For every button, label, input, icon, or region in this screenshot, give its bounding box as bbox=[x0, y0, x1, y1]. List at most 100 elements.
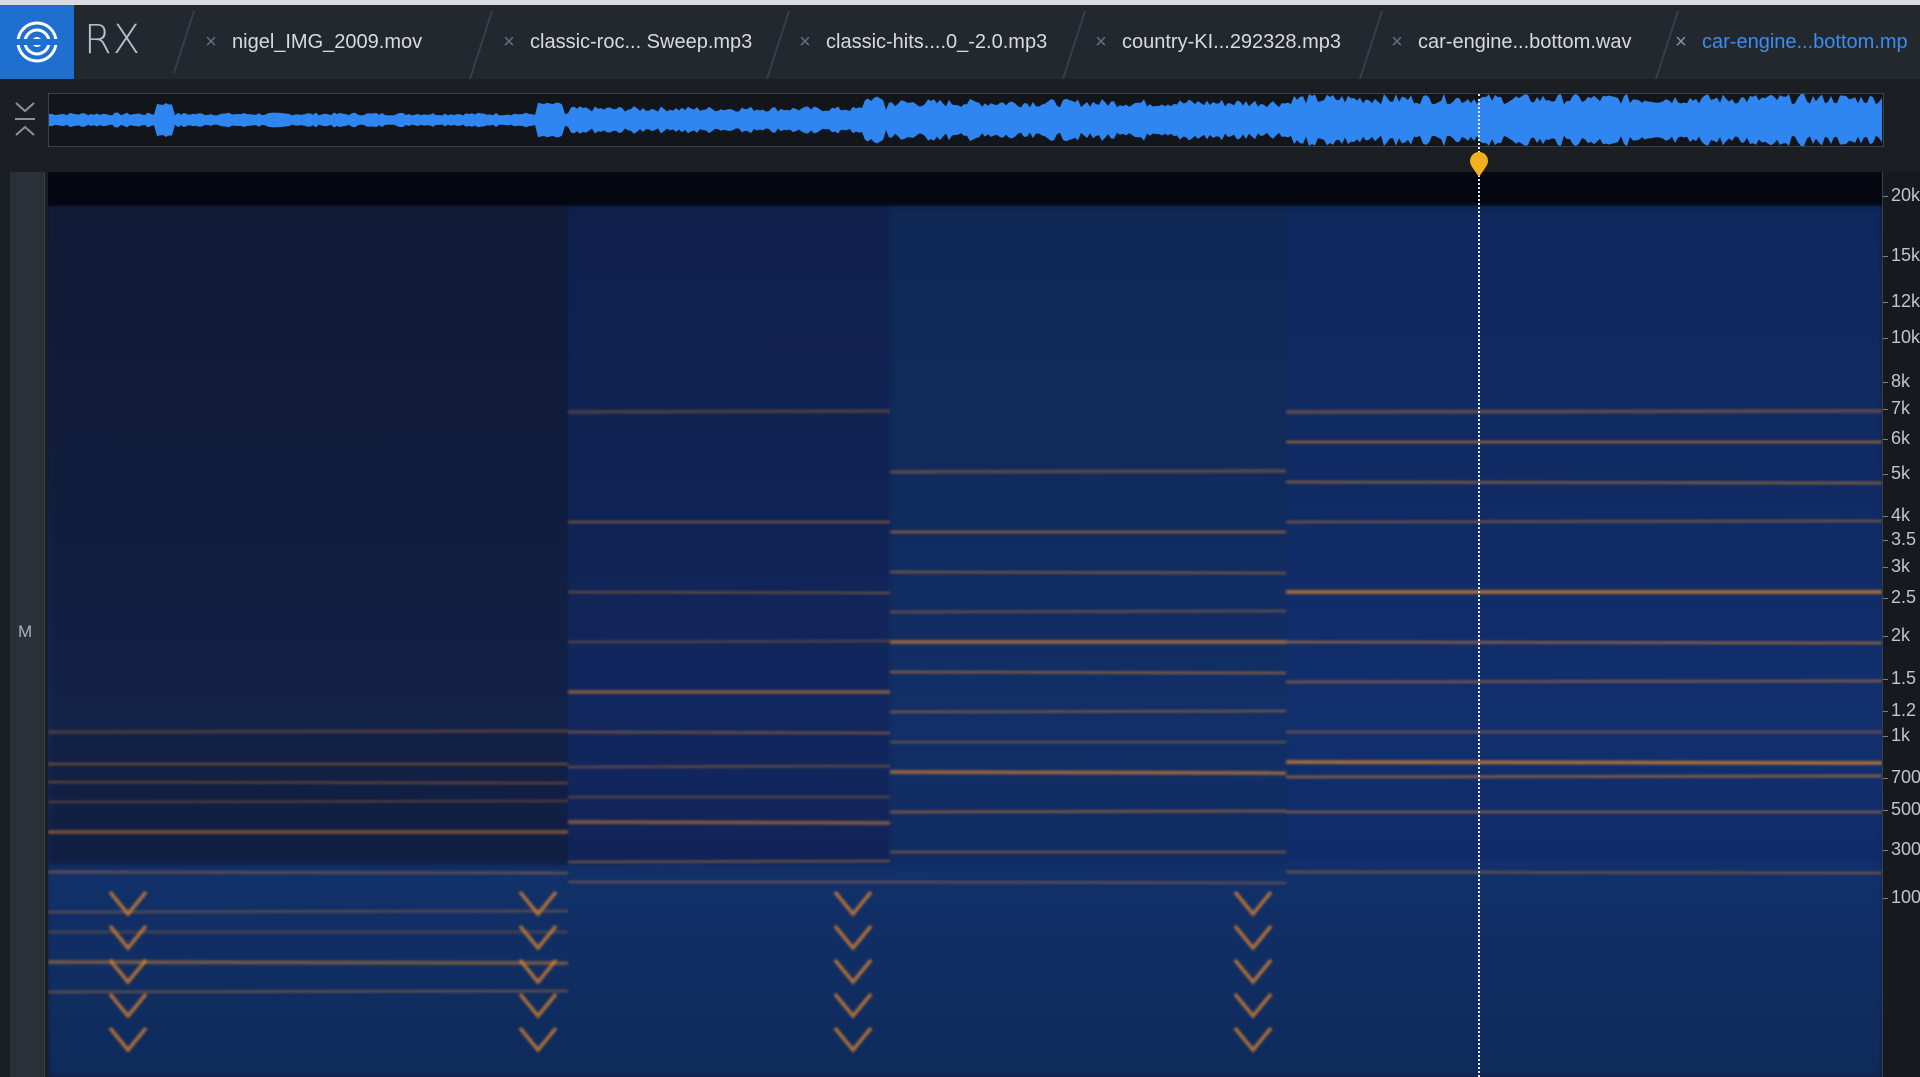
collapse-overview-icon[interactable] bbox=[12, 99, 38, 139]
tab-label: country-KI...292328.mp3 bbox=[1122, 30, 1342, 53]
frequency-tick bbox=[1883, 711, 1888, 712]
waveform-shape bbox=[49, 94, 1882, 146]
spectrogram[interactable] bbox=[48, 172, 1882, 1077]
harmonic-line bbox=[567, 639, 891, 644]
close-icon[interactable]: × bbox=[1386, 31, 1408, 54]
spectrogram-segment bbox=[1286, 206, 1882, 866]
close-icon[interactable]: × bbox=[498, 31, 520, 54]
frequency-tick bbox=[1883, 636, 1888, 637]
frequency-label: 5k bbox=[1891, 463, 1911, 483]
frequency-tick bbox=[1883, 679, 1888, 680]
frequency-label: 500 bbox=[1891, 799, 1920, 819]
tab-separator bbox=[468, 11, 494, 79]
frequency-label: 1k bbox=[1891, 725, 1911, 745]
harmonic-line bbox=[567, 409, 891, 414]
frequency-label: 2k bbox=[1891, 625, 1911, 645]
harmonic-line bbox=[567, 820, 891, 825]
harmonic-line bbox=[1285, 870, 1882, 875]
harmonic-line bbox=[889, 609, 1287, 614]
rx-logo-icon-graphic bbox=[14, 21, 60, 63]
tab-bar: RX × nigel_IMG_2009.mov × classic-roc...… bbox=[0, 5, 1920, 79]
frequency-label: 3.5 bbox=[1891, 529, 1917, 549]
harmonic-line bbox=[48, 780, 569, 785]
frequency-tick bbox=[1883, 898, 1888, 899]
harmonic-line bbox=[889, 770, 1287, 775]
waveform-overview[interactable] bbox=[48, 93, 1884, 147]
frequency-tick bbox=[1883, 516, 1888, 517]
tab-label: classic-hits....0_-2.0.mp3 bbox=[826, 30, 1048, 53]
frequency-label: 10k bbox=[1891, 327, 1920, 347]
frequency-tick bbox=[1883, 256, 1888, 257]
frequency-label: 8k bbox=[1891, 371, 1911, 391]
tab-label: car-engine...bottom.wav bbox=[1418, 30, 1632, 53]
harmonic-line bbox=[889, 809, 1287, 814]
harmonic-line bbox=[889, 880, 1287, 885]
frequency-tick bbox=[1883, 850, 1888, 851]
rx-logo-icon[interactable] bbox=[0, 5, 74, 79]
harmonic-line bbox=[1285, 760, 1882, 765]
tab-label: car-engine...bottom.mp bbox=[1702, 30, 1908, 53]
waveform-graphic bbox=[49, 94, 1882, 146]
playhead-marker-icon[interactable] bbox=[1469, 152, 1489, 178]
frequency-label: 1.5 bbox=[1891, 668, 1917, 688]
frequency-tick bbox=[1883, 810, 1888, 811]
frequency-tick bbox=[1883, 598, 1888, 599]
tab-file-2[interactable]: × classic-roc... Sweep.mp3 bbox=[498, 5, 752, 79]
playhead-line[interactable] bbox=[1477, 94, 1480, 1077]
spectrogram-band bbox=[48, 862, 1882, 1077]
frequency-label: 7k bbox=[1891, 398, 1911, 418]
tab-separator bbox=[765, 11, 791, 79]
harmonic-line bbox=[48, 799, 569, 804]
harmonic-line bbox=[889, 709, 1287, 714]
frequency-label: 300 bbox=[1891, 839, 1920, 859]
frequency-label: 12k bbox=[1891, 291, 1920, 311]
frequency-label: 2.5 bbox=[1891, 587, 1917, 607]
collapse-icon-graphic bbox=[15, 102, 35, 136]
tab-separator bbox=[1358, 11, 1384, 79]
tab-file-5[interactable]: × car-engine...bottom.wav bbox=[1386, 5, 1631, 79]
frequency-tick bbox=[1883, 736, 1888, 737]
harmonic-line bbox=[889, 570, 1287, 575]
frequency-tick bbox=[1883, 302, 1888, 303]
close-icon[interactable]: × bbox=[200, 31, 222, 54]
frequency-label: 6k bbox=[1891, 428, 1911, 448]
tab-label: classic-roc... Sweep.mp3 bbox=[530, 30, 753, 53]
frequency-label: 20k bbox=[1891, 185, 1920, 205]
marker-graphic bbox=[1469, 152, 1488, 177]
tab-file-3[interactable]: × classic-hits....0_-2.0.mp3 bbox=[794, 5, 1047, 79]
frequency-axis: 20k 15k 12k 10k 8k 7k 6k 5k 4k 3.5 3k 2.5 2k 1.5 1.2 1k… bbox=[1882, 172, 1920, 1077]
harmonic-line bbox=[1285, 774, 1882, 779]
frequency-label: 100 bbox=[1891, 887, 1920, 907]
close-icon[interactable]: × bbox=[1090, 31, 1112, 54]
tab-separator bbox=[174, 11, 196, 79]
frequency-tick bbox=[1883, 474, 1888, 475]
harmonic-line bbox=[1285, 679, 1882, 684]
close-icon[interactable]: × bbox=[1670, 31, 1692, 54]
harmonic-line bbox=[567, 590, 891, 595]
tab-file-4[interactable]: × country-KI...292328.mp3 bbox=[1090, 5, 1341, 79]
harmonic-line bbox=[889, 469, 1287, 474]
frequency-tick bbox=[1883, 338, 1888, 339]
spectrogram-segment bbox=[48, 206, 568, 866]
tab-file-1[interactable]: × nigel_IMG_2009.mov bbox=[200, 5, 422, 79]
harmonic-line bbox=[1285, 480, 1882, 485]
channel-label: M bbox=[18, 622, 33, 641]
frequency-tick bbox=[1883, 382, 1888, 383]
frequency-label: 1.2 bbox=[1891, 700, 1917, 720]
tab-file-6-active[interactable]: × car-engine...bottom.mp bbox=[1670, 5, 1908, 79]
frequency-tick bbox=[1883, 409, 1888, 410]
harmonic-line bbox=[1285, 409, 1882, 414]
harmonic-line bbox=[889, 670, 1287, 675]
harmonic-line bbox=[48, 989, 569, 994]
frequency-tick bbox=[1883, 196, 1888, 197]
harmonic-line bbox=[48, 729, 569, 734]
frequency-label: 4k bbox=[1891, 505, 1911, 525]
harmonic-line bbox=[1285, 640, 1882, 645]
close-icon[interactable]: × bbox=[794, 31, 816, 54]
frequency-label: 700 bbox=[1891, 767, 1920, 787]
tab-label: nigel_IMG_2009.mov bbox=[232, 30, 423, 53]
spectrogram-segment bbox=[890, 206, 1286, 866]
harmonic-line bbox=[48, 870, 569, 875]
frequency-tick bbox=[1883, 778, 1888, 779]
frequency-tick bbox=[1883, 540, 1888, 541]
